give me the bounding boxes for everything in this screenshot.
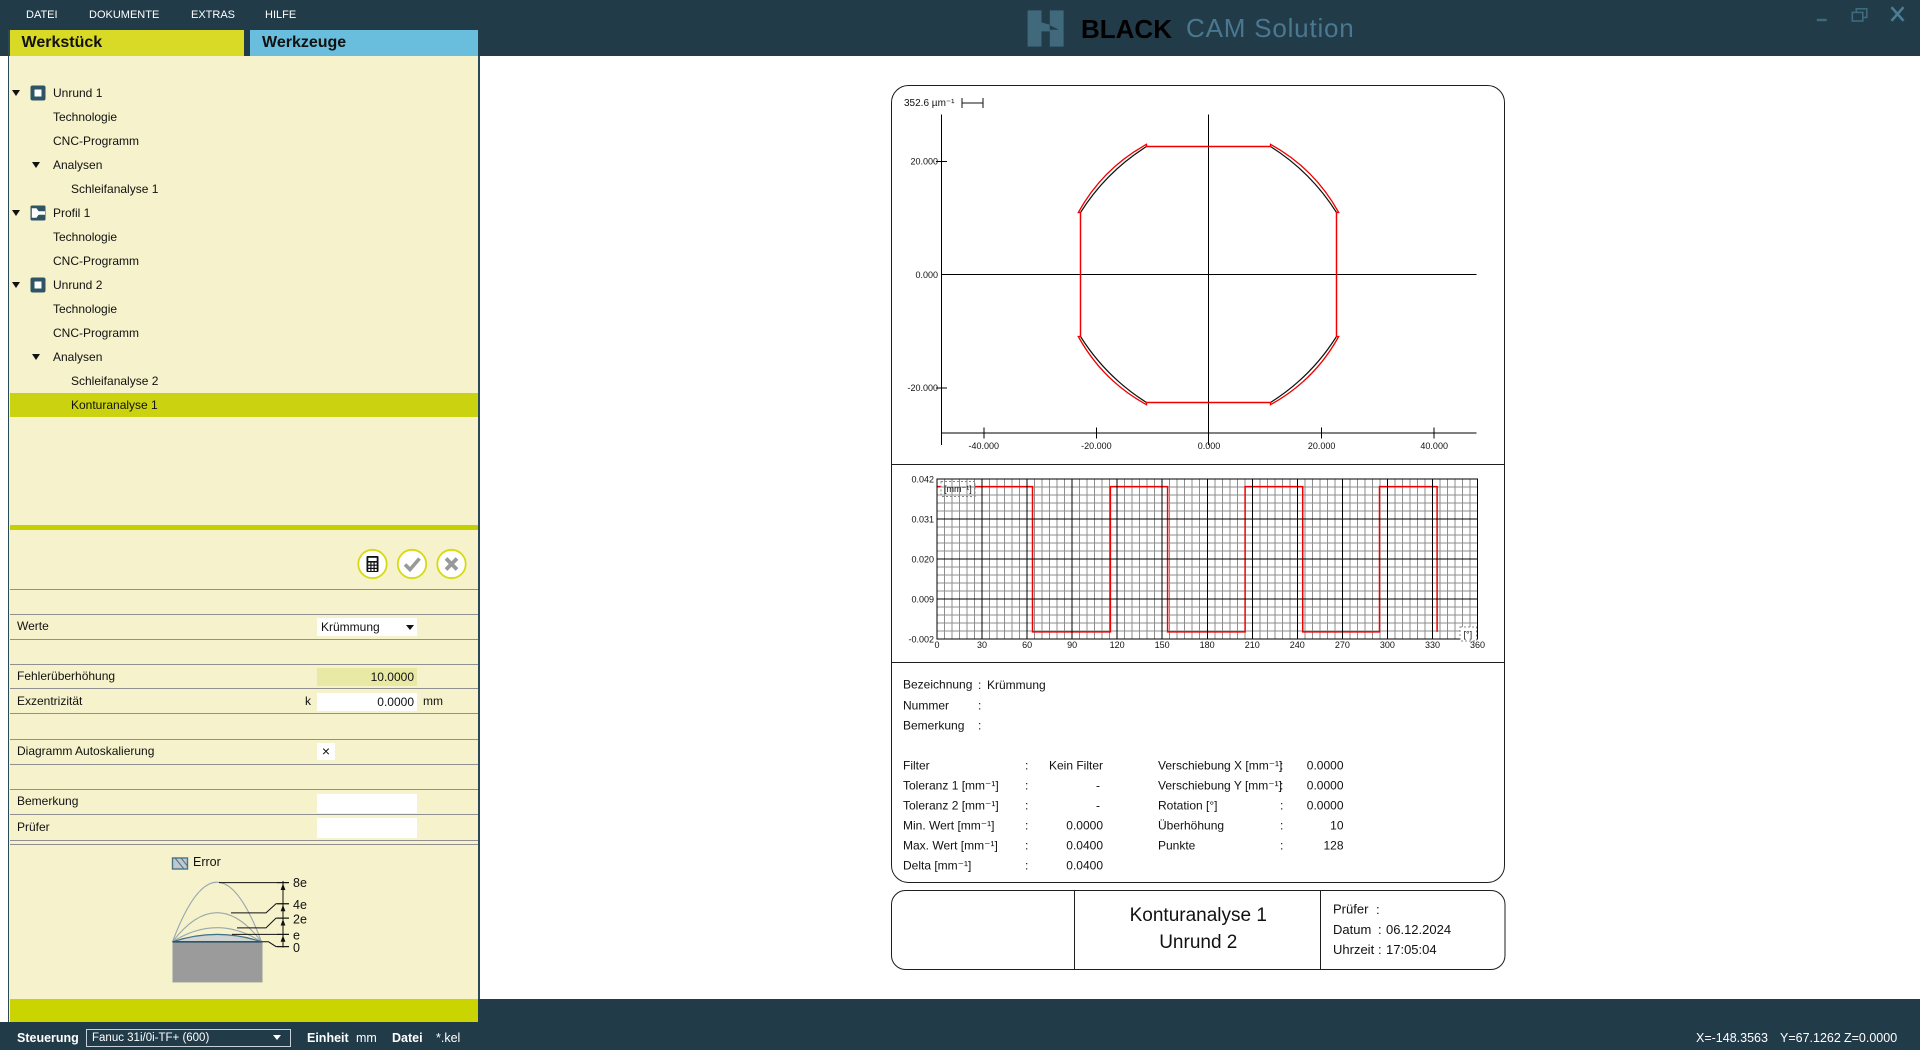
- svg-text::: :: [1378, 922, 1382, 937]
- svg-text::: :: [1280, 759, 1283, 773]
- svg-text::: :: [1376, 902, 1380, 917]
- svg-text:2e: 2e: [293, 913, 307, 927]
- svg-text:[mm⁻¹]: [mm⁻¹]: [944, 484, 972, 494]
- svg-text::: :: [1280, 779, 1283, 793]
- svg-text:10: 10: [1330, 819, 1344, 833]
- svg-text:Delta [mm⁻¹]: Delta [mm⁻¹]: [903, 859, 971, 873]
- svg-text:30: 30: [977, 640, 987, 650]
- svg-text:17:05:04: 17:05:04: [1386, 942, 1437, 957]
- svg-text:180: 180: [1200, 640, 1215, 650]
- svg-text::: :: [1025, 779, 1028, 793]
- svg-text:Filter: Filter: [903, 759, 930, 773]
- svg-text:Min. Wert [mm⁻¹]: Min. Wert [mm⁻¹]: [903, 819, 994, 833]
- svg-text:Toleranz 2 [mm⁻¹]: Toleranz 2 [mm⁻¹]: [903, 799, 999, 813]
- svg-text:[°]: [°]: [1464, 630, 1473, 640]
- svg-text:Bemerkung: Bemerkung: [903, 719, 964, 733]
- svg-text::: :: [978, 678, 981, 692]
- svg-text::: :: [978, 719, 981, 733]
- svg-text:Rotation [°]: Rotation [°]: [1158, 799, 1218, 813]
- svg-text:-0.002: -0.002: [908, 634, 934, 644]
- svg-text:Datum: Datum: [1333, 922, 1371, 937]
- svg-text:8e: 8e: [293, 876, 307, 890]
- svg-text:210: 210: [1245, 640, 1260, 650]
- svg-text:-: -: [1096, 799, 1100, 813]
- svg-text::: :: [1378, 942, 1382, 957]
- svg-text:0.020: 0.020: [911, 554, 934, 564]
- svg-text:360: 360: [1470, 640, 1485, 650]
- svg-text:0.042: 0.042: [911, 474, 934, 484]
- svg-text:Kein Filter: Kein Filter: [1049, 759, 1103, 773]
- svg-text:Nummer: Nummer: [903, 699, 949, 713]
- svg-text:Uhrzeit: Uhrzeit: [1333, 942, 1375, 957]
- svg-text:0.0000: 0.0000: [1307, 799, 1344, 813]
- svg-text:270: 270: [1335, 640, 1350, 650]
- svg-text::: :: [1280, 799, 1283, 813]
- svg-text:Verschiebung Y [mm⁻¹]: Verschiebung Y [mm⁻¹]: [1158, 779, 1282, 793]
- svg-text:Bezeichnung: Bezeichnung: [903, 678, 972, 692]
- svg-text:0.009: 0.009: [911, 594, 934, 604]
- svg-text:-40.000: -40.000: [969, 441, 1000, 451]
- svg-text:20.000: 20.000: [910, 157, 938, 167]
- svg-text:Überhöhung: Überhöhung: [1158, 819, 1224, 833]
- svg-text:-20.000: -20.000: [1081, 441, 1112, 451]
- svg-text:20.000: 20.000: [1308, 441, 1336, 451]
- svg-text:0.0400: 0.0400: [1066, 839, 1103, 853]
- svg-text::: :: [1025, 839, 1028, 853]
- svg-text::: :: [1280, 839, 1283, 853]
- svg-text:40.000: 40.000: [1420, 441, 1448, 451]
- svg-text:0.000: 0.000: [915, 270, 938, 280]
- svg-text:Toleranz 1 [mm⁻¹]: Toleranz 1 [mm⁻¹]: [903, 779, 999, 793]
- svg-text:0: 0: [293, 941, 300, 955]
- svg-text:4e: 4e: [293, 898, 307, 912]
- svg-text::: :: [1025, 799, 1028, 813]
- svg-text:Prüfer: Prüfer: [1333, 902, 1369, 917]
- svg-text:Unrund 2: Unrund 2: [1159, 932, 1237, 953]
- svg-text:90: 90: [1067, 640, 1077, 650]
- svg-text:-20.000: -20.000: [907, 383, 938, 393]
- svg-text:300: 300: [1380, 640, 1395, 650]
- svg-text:Konturanalyse 1: Konturanalyse 1: [1130, 905, 1267, 926]
- svg-text:0.0000: 0.0000: [1066, 819, 1103, 833]
- svg-text:-: -: [1096, 779, 1100, 793]
- svg-text:0.0400: 0.0400: [1066, 859, 1103, 873]
- svg-text:60: 60: [1022, 640, 1032, 650]
- svg-text:06.12.2024: 06.12.2024: [1386, 922, 1451, 937]
- svg-text::: :: [1025, 859, 1028, 873]
- svg-text:0.0000: 0.0000: [1307, 759, 1344, 773]
- svg-text:0.000: 0.000: [1198, 441, 1221, 451]
- svg-text:330: 330: [1425, 640, 1440, 650]
- svg-text::: :: [1280, 819, 1283, 833]
- svg-text::: :: [978, 699, 981, 713]
- svg-text:128: 128: [1323, 839, 1343, 853]
- svg-text:Punkte: Punkte: [1158, 839, 1196, 853]
- svg-text::: :: [1025, 759, 1028, 773]
- svg-text::: :: [1025, 819, 1028, 833]
- svg-text:0: 0: [934, 640, 939, 650]
- svg-text:150: 150: [1155, 640, 1170, 650]
- svg-text:240: 240: [1290, 640, 1305, 650]
- svg-text:0.031: 0.031: [911, 514, 934, 524]
- svg-text:Max. Wert [mm⁻¹]: Max. Wert [mm⁻¹]: [903, 839, 998, 853]
- svg-text:352.6 µm⁻¹: 352.6 µm⁻¹: [904, 98, 955, 109]
- svg-text:Verschiebung X [mm⁻¹]: Verschiebung X [mm⁻¹]: [1158, 759, 1282, 773]
- svg-text:Krümmung: Krümmung: [987, 678, 1046, 692]
- svg-text:0.0000: 0.0000: [1307, 779, 1344, 793]
- svg-text:120: 120: [1110, 640, 1125, 650]
